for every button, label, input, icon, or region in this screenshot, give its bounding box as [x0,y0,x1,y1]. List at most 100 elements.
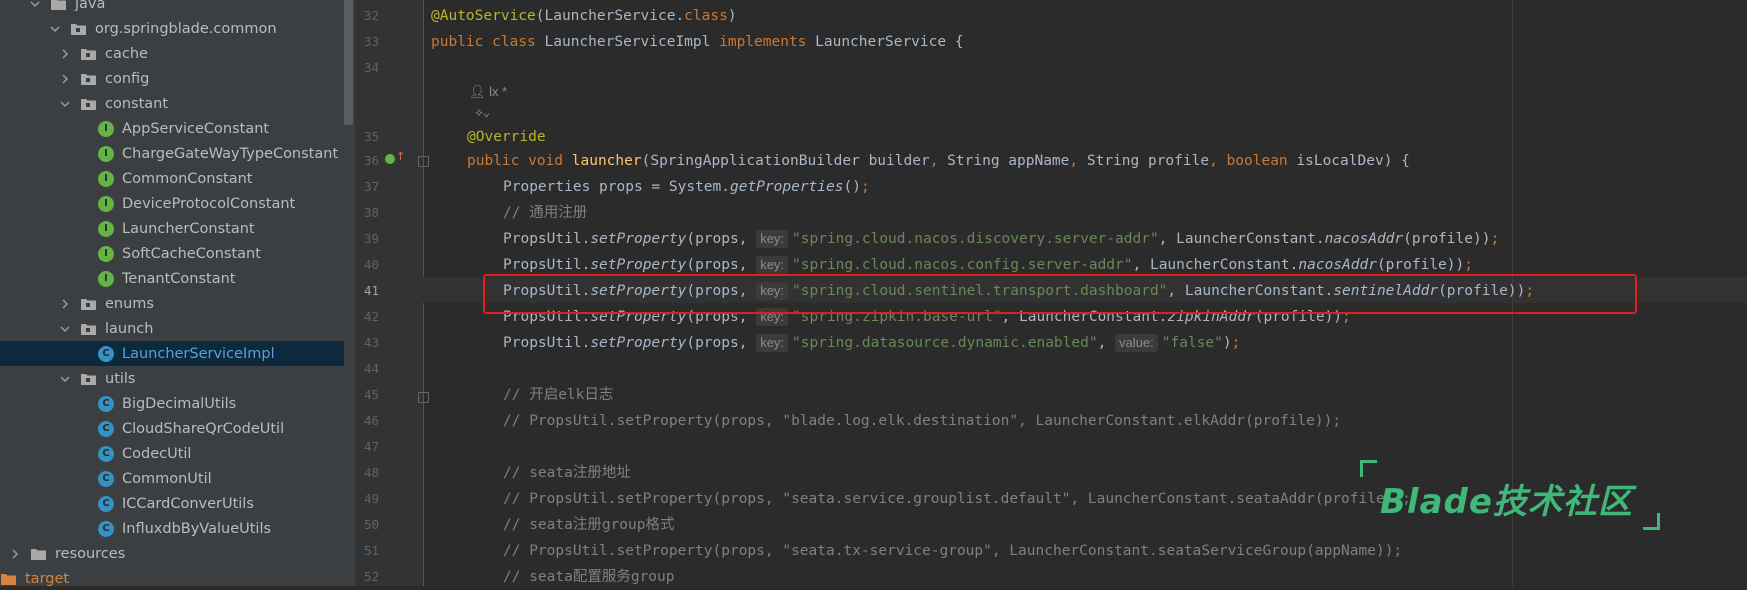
code-line-38[interactable]: // 通用注册 [503,200,587,226]
chevron-down-icon[interactable] [48,22,62,36]
interface-icon: I [98,220,114,237]
tree-item-java[interactable]: java [0,0,344,16]
chevron-down-icon[interactable] [58,322,72,336]
tree-item-commonconstant[interactable]: I CommonConstant [0,166,344,191]
fold-icon[interactable] [418,392,429,403]
code-line-39[interactable]: PropsUtil.setProperty(props, key: "spring… [503,226,1499,252]
class-icon: C [98,470,114,487]
excluded-folder-icon [0,572,17,586]
tree-item-enums[interactable]: enums [0,291,344,316]
tree-scrollbar[interactable] [344,0,353,125]
class-icon: C [98,395,114,412]
code-text: ; [1231,335,1241,351]
class-icon: C [98,345,114,362]
tree-item-deviceprotocolconstant[interactable]: I DeviceProtocolConstant [0,191,344,216]
interface-icon: I [98,195,114,212]
tree-item-label: CommonUtil [122,470,212,487]
method-name: setProperty [590,257,687,273]
fold-icon[interactable] [418,156,429,167]
package-icon [80,297,97,311]
chevron-down-icon[interactable] [28,0,42,11]
tree-item-org-springblade-common[interactable]: org.springblade.common [0,16,344,41]
line-number[interactable]: 50 [355,512,379,538]
tree-item-appserviceconstant[interactable]: I AppServiceConstant [0,116,344,141]
line-number[interactable]: 32 [355,3,379,29]
line-number[interactable]: 44 [355,356,379,382]
code-line-36[interactable]: public void launcher(SpringApplicationBu… [467,148,1410,174]
interface-icon: I [98,120,114,137]
line-number[interactable]: 49 [355,486,379,512]
code-line-48[interactable]: // seata注册地址 [503,460,631,486]
tree-item-label: launch [105,320,154,337]
line-number[interactable]: 48 [355,460,379,486]
chevron-down-icon[interactable] [58,97,72,111]
implement-marker-icon[interactable] [385,154,395,164]
tree-item-target[interactable]: target [0,566,344,586]
line-number[interactable]: 37 [355,174,379,200]
override-arrow-icon[interactable]: ↑ [396,150,405,163]
tree-item-utils[interactable]: utils [0,366,344,391]
tree-item-influxdbbyvalueutils[interactable]: C InfluxdbByValueUtils [0,516,344,541]
code-line-49[interactable]: // PropsUtil.setProperty(props, "seata.s… [503,486,1411,512]
chevron-right-icon[interactable] [58,47,72,61]
author-hint-text: lx * [489,84,508,99]
tree-item-tenantconstant[interactable]: I TenantConstant [0,266,344,291]
tree-item-launch[interactable]: launch [0,316,344,341]
code-text: PropsUtil. [503,257,591,273]
code-line-51[interactable]: // PropsUtil.setProperty(props, "seata.t… [503,538,1402,564]
chevron-down-icon[interactable] [58,372,72,386]
line-number[interactable]: 52 [355,564,379,590]
code-line-35[interactable]: @Override [467,124,546,150]
code-line-37[interactable]: Properties props = System.getProperties(… [503,174,870,200]
code-line-43[interactable]: PropsUtil.setProperty(props, key: "spring… [503,330,1240,356]
tree-item-resources[interactable]: resources [0,541,344,566]
chevron-right-icon[interactable] [58,297,72,311]
line-number[interactable]: 36 [355,148,379,174]
line-number[interactable]: 47 [355,434,379,460]
keyword-text: class [684,8,728,24]
author-hint[interactable]: 👤︎ lx * [469,82,507,102]
code-line-46[interactable]: // PropsUtil.setProperty(props, "blade.l… [503,408,1341,434]
tree-item-chargegatewaytypeconstant[interactable]: I ChargeGateWayTypeConstant [0,141,344,166]
tree-item-cloudshareqrcodeutil[interactable]: C CloudShareQrCodeUtil [0,416,344,441]
line-number[interactable]: 42 [355,304,379,330]
chevron-right-icon[interactable] [58,72,72,86]
tree-item-codecutil[interactable]: C CodecUtil [0,441,344,466]
code-text: String appName [947,153,1070,169]
line-number[interactable]: 40 [355,252,379,278]
tree-item-iccardconverutils[interactable]: C ICCardConverUtils [0,491,344,516]
code-line-45[interactable]: // 开启elk日志 [503,382,613,408]
code-text: (SpringApplicationBuilder builder [641,153,930,169]
line-number[interactable]: 41 [355,278,379,304]
tree-item-bigdecimalutils[interactable]: C BigDecimalUtils [0,391,344,416]
tree-item-launcherserviceimpl[interactable]: C LauncherServiceImpl [0,341,344,366]
class-icon: C [98,520,114,537]
code-line-50[interactable]: // seata注册group格式 [503,512,675,538]
code-text: ; [860,179,870,195]
tree-item-cache[interactable]: cache [0,41,344,66]
tree-item-constant[interactable]: constant [0,91,344,116]
line-number[interactable]: 35 [355,124,379,150]
tree-item-config[interactable]: config [0,66,344,91]
line-number[interactable]: 45 [355,382,379,408]
line-number[interactable]: 38 [355,200,379,226]
annotation-text: @AutoService [431,8,536,24]
tree-item-commonutil[interactable]: C CommonUtil [0,466,344,491]
code-vision-hint[interactable]: ⟡⌄ [475,102,490,122]
tree-item-launcherconstant[interactable]: I LauncherConstant [0,216,344,241]
line-number[interactable]: 34 [355,55,379,81]
line-number[interactable]: 43 [355,330,379,356]
code-text: ) [727,8,737,24]
tree-item-softcacheconstant[interactable]: I SoftCacheConstant [0,241,344,266]
line-number[interactable]: 33 [355,29,379,55]
code-line-52[interactable]: // seata配置服务group [503,564,675,590]
line-number[interactable]: 51 [355,538,379,564]
code-line-32[interactable]: @AutoService(LauncherService.class) [431,3,737,29]
folder-icon [50,0,67,11]
line-number[interactable]: 46 [355,408,379,434]
resources-folder-icon [30,547,47,561]
chevron-right-icon[interactable] [8,547,22,561]
line-number[interactable]: 39 [355,226,379,252]
code-line-33[interactable]: public class LauncherServiceImpl impleme… [431,29,964,55]
code-text: , [1069,153,1087,169]
